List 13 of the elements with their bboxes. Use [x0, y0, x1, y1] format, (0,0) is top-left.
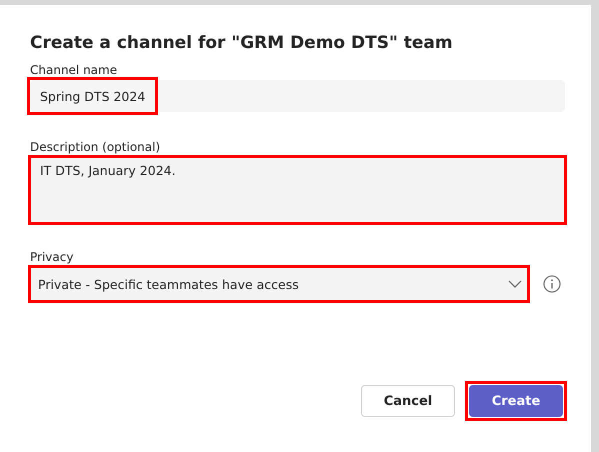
dialog-title: Create a channel for "GRM Demo DTS" team — [30, 33, 454, 53]
description-field[interactable]: IT DTS, January 2024. — [30, 157, 565, 223]
field-label: Privacy — [30, 250, 74, 264]
create-button[interactable]: Create — [469, 385, 563, 417]
cancel-button[interactable]: Cancel — [361, 385, 455, 417]
chevron-down-icon — [508, 280, 522, 288]
field-value: IT DTS, January 2024. — [40, 163, 176, 178]
field-label: Description (optional) — [30, 140, 162, 154]
privacy-dropdown[interactable]: Private - Specific teammates have access — [30, 267, 528, 301]
info-icon[interactable] — [543, 275, 561, 293]
channel-name-field[interactable]: Spring DTS 2024 — [30, 80, 565, 112]
field-value: Spring DTS 2024 — [30, 80, 156, 112]
field-label: Channel name — [30, 63, 118, 77]
